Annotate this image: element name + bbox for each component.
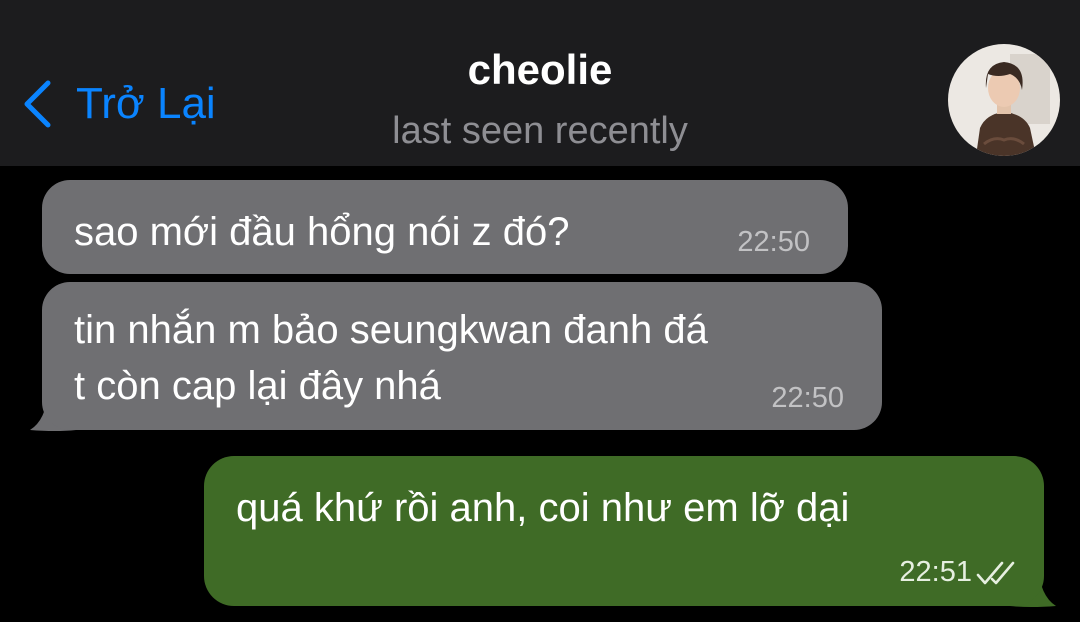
message-text: tin nhắn m bảo seungkwan đanh đá [74,308,708,352]
avatar-image [948,44,1060,156]
message-time: 22:50 [737,226,810,258]
incoming-message[interactable]: sao mới đầu hổng nói z đó? 22:50 [42,180,848,274]
chat-header: Trở Lại cheolie last seen recently [0,0,1080,166]
outgoing-message[interactable]: quá khứ rồi anh, coi như em lỡ dại 22:51 [204,456,1044,606]
message-time: 22:51 [899,556,972,588]
message-meta: 22:51 [899,556,1018,589]
last-seen-status: last seen recently [392,110,688,152]
message-text: t còn cap lại đây nhá [74,364,441,408]
message-time: 22:50 [771,382,844,414]
double-check-icon [976,561,1015,584]
message-text: sao mới đầu hổng nói z đó? [74,210,570,254]
chat-title[interactable]: cheolie [0,42,1080,98]
incoming-message[interactable]: tin nhắn m bảo seungkwan đanh đá t còn c… [42,282,882,430]
avatar[interactable] [948,44,1060,156]
message-text: quá khứ rồi anh, coi như em lỡ dại [236,486,850,530]
